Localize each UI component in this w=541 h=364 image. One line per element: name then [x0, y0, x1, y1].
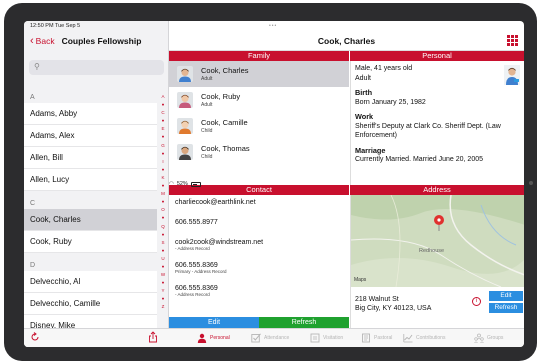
search-input[interactable]: ⚲ — [29, 60, 164, 75]
index-letter[interactable]: C — [159, 109, 167, 117]
index-letter[interactable]: O — [159, 206, 167, 214]
wifi-icon: ◠ — [169, 181, 174, 187]
index-letter[interactable]: Q — [159, 223, 167, 231]
search-icon: ⚲ — [34, 62, 40, 71]
index-letter[interactable]: E — [159, 125, 167, 133]
battery-percent: 52% — [176, 181, 188, 187]
index-letter[interactable]: K — [159, 174, 167, 182]
index-letter[interactable]: ● — [159, 263, 167, 271]
index-letter[interactable]: U — [159, 255, 167, 263]
back-button[interactable]: ‹ Back — [30, 34, 55, 47]
left-toolbar — [24, 328, 169, 347]
index-letter[interactable]: M — [159, 190, 167, 198]
index-letter[interactable]: ● — [159, 295, 167, 303]
member-list: A Adams, Abby Adams, Alex Allen, Bill Allen,… — [24, 85, 157, 347]
section-header: A — [24, 85, 157, 103]
index-letter[interactable]: I — [159, 158, 167, 166]
chevron-left-icon: ‹ — [30, 34, 34, 47]
share-icon[interactable] — [148, 331, 158, 343]
index-letter[interactable]: ● — [159, 117, 167, 125]
screen: ‹ Back Couples Fellowship ⚲ A Adams, Abby… — [24, 21, 524, 347]
index-letter[interactable]: G — [159, 142, 167, 150]
index-letter[interactable]: W — [159, 271, 167, 279]
member-row[interactable]: Delvecchio, Al — [24, 271, 157, 293]
index-letter[interactable]: A — [159, 93, 167, 101]
index-letter[interactable]: ● — [159, 182, 167, 190]
alphabet-index[interactable]: A ● C ● E ● G ● I ● K ● M ● O ● Q ● S ● U ● W ● Y ● Z — [159, 93, 167, 312]
member-row[interactable]: Delvecchio, Camille — [24, 293, 157, 315]
battery-icon — [190, 181, 201, 187]
member-row[interactable]: Adams, Abby — [24, 103, 157, 125]
index-letter[interactable]: Y — [159, 287, 167, 295]
member-row[interactable]: Cook, Charles — [24, 209, 157, 231]
section-header: D — [24, 253, 157, 271]
member-row[interactable]: Cook, Ruby — [24, 231, 157, 253]
group-title: Couples Fellowship — [61, 36, 142, 46]
index-letter[interactable]: Z — [159, 303, 167, 311]
ipad-frame: ‹ Back Couples Fellowship ⚲ A Adams, Abby… — [4, 3, 537, 361]
index-letter[interactable]: ● — [159, 231, 167, 239]
status-right: ◠ 52% — [169, 21, 524, 347]
index-letter[interactable]: ● — [159, 247, 167, 255]
index-letter[interactable]: ● — [159, 214, 167, 222]
index-letter[interactable]: S — [159, 239, 167, 247]
back-label: Back — [35, 36, 55, 46]
section-header: C — [24, 191, 157, 209]
member-row[interactable]: Allen, Bill — [24, 147, 157, 169]
index-letter[interactable]: ● — [159, 133, 167, 141]
members-panel: ‹ Back Couples Fellowship ⚲ A Adams, Abby… — [24, 21, 169, 347]
index-letter[interactable]: ● — [159, 166, 167, 174]
member-row[interactable]: Adams, Alex — [24, 125, 157, 147]
status-bar: 12:50 PM Tue Sep 5 ••• ◠ 52% — [24, 21, 524, 187]
left-nav-bar: ‹ Back Couples Fellowship — [24, 31, 169, 51]
refresh-icon[interactable] — [30, 332, 40, 342]
side-button-dot — [529, 181, 533, 185]
index-letter[interactable]: ● — [159, 198, 167, 206]
member-row[interactable]: Allen, Lucy — [24, 169, 157, 191]
index-letter[interactable]: ● — [159, 150, 167, 158]
index-letter[interactable]: ● — [159, 101, 167, 109]
index-letter[interactable]: ● — [159, 279, 167, 287]
status-time: 12:50 PM Tue Sep 5 — [30, 23, 81, 29]
